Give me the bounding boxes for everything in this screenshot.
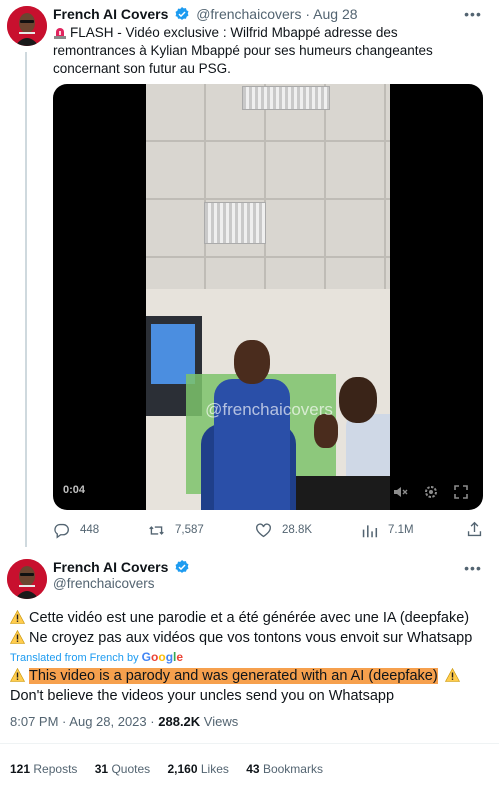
reply-button[interactable]: 448 (53, 520, 99, 540)
warning-icon (10, 630, 25, 644)
tweet-text-content: FLASH - Vidéo exclusive : Wilfrid Mbappé… (53, 25, 433, 76)
ceiling-light (242, 86, 330, 110)
views-count: 7.1M (388, 524, 414, 536)
video-person-left-body (214, 379, 290, 510)
bookmarks-stat[interactable]: 43 Bookmarks (246, 762, 323, 776)
video-time: 0:04 (63, 484, 86, 496)
tweet-text: Cette vidéo est une parodie et a été gén… (10, 608, 490, 648)
tweet-actions: 448 7,587 28.8K 7.1M (53, 520, 483, 540)
tweet-date[interactable]: Aug 28 (313, 6, 357, 22)
avatar[interactable] (7, 6, 47, 46)
heart-icon (256, 522, 271, 537)
header-separator: · (305, 6, 311, 22)
views-button[interactable]: 7.1M (361, 520, 414, 540)
translated-text: Translated from French by (10, 652, 139, 664)
video-ceiling-grid (146, 84, 390, 314)
repost-count: 7,587 (175, 524, 204, 536)
reply-count: 448 (80, 524, 100, 536)
repost-icon (149, 525, 164, 535)
tweet-author: French AI Covers (53, 559, 192, 575)
reply-icon (54, 523, 69, 539)
more-options-icon[interactable]: ••• (463, 561, 483, 579)
more-options-icon[interactable]: ••• (463, 7, 483, 25)
author-name[interactable]: French AI Covers (53, 6, 168, 22)
tweet-full-date[interactable]: Aug 28, 2023 (69, 714, 146, 729)
views-count: 288.2K (158, 714, 201, 729)
translation-text: This video is a parody and was generated… (10, 666, 490, 706)
meta-separator: · (150, 714, 155, 729)
tweet-header: French AI Covers @frenchaicovers · Aug 2… (53, 6, 358, 22)
likes-stat[interactable]: 2,160 Likes (168, 762, 229, 776)
translation-line: Don't believe the videos your uncles sen… (10, 688, 395, 704)
author-handle[interactable]: @frenchaicovers (196, 6, 301, 22)
video-player[interactable]: @frenchaicovers 0:04 (53, 84, 483, 510)
quotes-stat[interactable]: 31 Quotes (95, 762, 150, 776)
settings-gear-icon[interactable] (423, 484, 439, 500)
video-frame (146, 84, 390, 510)
video-watermark: @frenchaicovers (205, 400, 333, 419)
warning-icon (10, 610, 25, 624)
siren-icon (54, 28, 66, 39)
like-count: 28.8K (282, 524, 313, 536)
tweet-line-text: Ne croyez pas aux vidéos que vos tontons… (29, 630, 473, 646)
tweet-line: Cette vidéo est une parodie et a été gén… (10, 608, 490, 628)
author-handle[interactable]: @frenchaicovers (53, 576, 155, 592)
avatar-image (7, 6, 47, 46)
verified-badge-icon (175, 560, 189, 573)
translated-from-label[interactable]: Translated from French by Google (10, 650, 183, 664)
thread-connector-line (25, 52, 27, 547)
views-label: Views (203, 714, 239, 729)
like-button[interactable]: 28.8K (255, 520, 312, 540)
reposts-stat[interactable]: 121 Reposts (10, 762, 77, 776)
views-bar-chart-icon (362, 524, 378, 537)
tweet-line-text: Cette vidéo est une parodie et a été gén… (29, 610, 470, 626)
video-desk (296, 476, 390, 510)
verified-badge-icon (175, 7, 189, 20)
fullscreen-icon[interactable] (453, 484, 469, 500)
highlighted-translation: This video is a parody and was generated… (29, 668, 438, 684)
tweet-line: Ne croyez pas aux vidéos que vos tontons… (10, 628, 490, 648)
tweet-time[interactable]: 8:07 PM (10, 714, 58, 729)
avatar-image (7, 559, 47, 599)
repost-button[interactable]: 7,587 (148, 520, 204, 540)
google-logo: Google (141, 650, 184, 664)
warning-icon (10, 668, 25, 682)
divider (0, 743, 499, 744)
meta-separator: · (62, 714, 67, 729)
tweet-meta: 8:07 PM · Aug 28, 2023 · 288.2K Views (10, 714, 238, 729)
tweet-text: FLASH - Vidéo exclusive : Wilfrid Mbappé… (53, 24, 483, 78)
share-icon[interactable] (466, 521, 483, 538)
mute-icon[interactable] (392, 484, 408, 500)
translation-line: This video is a parody and was generated… (10, 666, 490, 686)
warning-icon (444, 668, 460, 682)
author-name[interactable]: French AI Covers (53, 559, 168, 575)
ceiling-light (204, 202, 266, 244)
tweet-stats: 121 Reposts 31 Quotes 2,160 Likes 43 Boo… (10, 762, 337, 776)
avatar[interactable] (7, 559, 47, 599)
video-person-left-head (234, 340, 270, 384)
